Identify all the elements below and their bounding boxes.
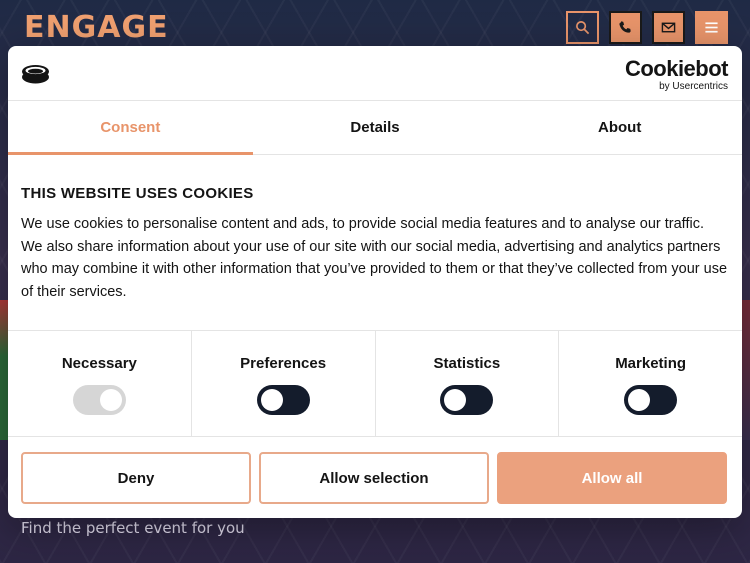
mail-button[interactable] bbox=[652, 11, 685, 44]
cookie-consent-dialog: Cookiebot by Usercentrics Consent Detail… bbox=[8, 46, 742, 518]
cookie-categories: Necessary Preferences Statistics Marketi… bbox=[8, 330, 742, 437]
hamburger-menu-icon bbox=[705, 22, 718, 33]
consent-body: THIS WEBSITE USES COOKIES We use cookies… bbox=[21, 185, 727, 303]
tab-consent[interactable]: Consent bbox=[8, 101, 253, 155]
necessary-toggle bbox=[72, 385, 126, 415]
cookiebot-sub: by Usercentrics bbox=[659, 81, 728, 92]
site-logo[interactable]: ENGAGE bbox=[24, 10, 169, 45]
cookie-brand-icon bbox=[22, 65, 49, 84]
tab-details[interactable]: Details bbox=[253, 101, 498, 154]
toggle-knob bbox=[444, 389, 467, 411]
menu-button[interactable] bbox=[695, 11, 728, 44]
phone-icon bbox=[619, 21, 631, 33]
category-statistics: Statistics bbox=[376, 331, 560, 436]
preferences-toggle[interactable] bbox=[256, 385, 310, 415]
search-icon bbox=[576, 21, 590, 35]
mail-icon bbox=[661, 22, 676, 33]
toggle-knob bbox=[628, 389, 651, 411]
consent-title: THIS WEBSITE USES COOKIES bbox=[21, 185, 254, 202]
deny-button[interactable]: Deny bbox=[21, 452, 251, 504]
phone-button[interactable] bbox=[609, 11, 642, 44]
category-label: Marketing bbox=[615, 355, 687, 372]
category-label: Necessary bbox=[61, 355, 137, 372]
toggle-knob bbox=[260, 389, 283, 411]
search-button[interactable] bbox=[566, 11, 599, 44]
category-label: Preferences bbox=[240, 355, 327, 372]
background-image-strip bbox=[742, 300, 750, 440]
cookiebot-name: Cookiebot bbox=[624, 56, 729, 81]
category-preferences: Preferences bbox=[192, 331, 376, 436]
allow-all-button[interactable]: Allow all bbox=[497, 452, 727, 504]
hero-tagline: Find the perfect event for you bbox=[21, 519, 245, 537]
category-label: Statistics bbox=[433, 355, 501, 372]
statistics-toggle[interactable] bbox=[440, 385, 494, 415]
cookiebot-logo[interactable]: Cookiebot by Usercentrics bbox=[624, 56, 729, 93]
dialog-header: Cookiebot by Usercentrics bbox=[8, 46, 742, 101]
consent-buttons: Deny Allow selection Allow all bbox=[21, 452, 727, 504]
category-marketing: Marketing bbox=[559, 331, 742, 436]
consent-tabs: Consent Details About bbox=[8, 101, 742, 155]
toggle-knob bbox=[99, 389, 122, 411]
consent-description: We use cookies to personalise content an… bbox=[21, 216, 728, 300]
marketing-toggle[interactable] bbox=[624, 385, 678, 415]
category-necessary: Necessary bbox=[8, 331, 192, 436]
tab-about[interactable]: About bbox=[497, 101, 742, 154]
allow-selection-button[interactable]: Allow selection bbox=[259, 452, 489, 504]
